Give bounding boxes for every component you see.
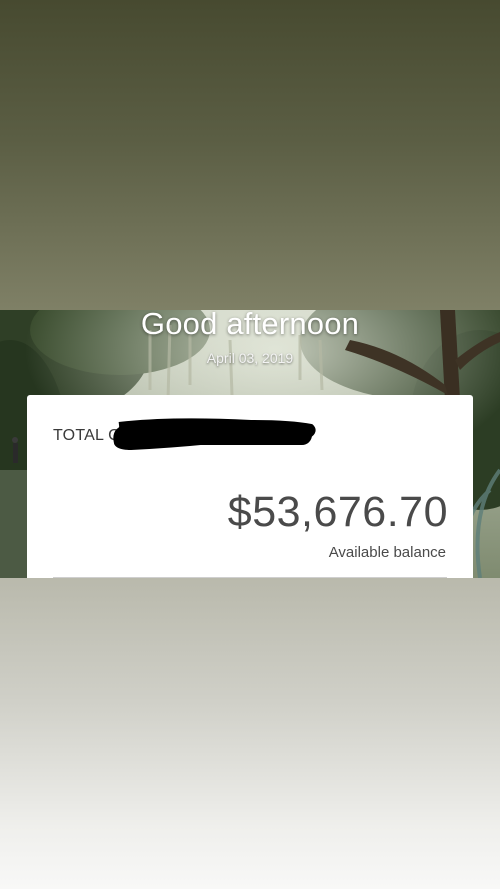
available-balance-label: Available balance — [328, 544, 446, 561]
top-background-band — [0, 0, 500, 310]
app-screenshot: Good afternoon April 03, 2019 TOTAL C $5… — [0, 310, 500, 578]
available-balance-amount: $53,676.70 — [227, 488, 448, 536]
screenshot-frame: Good afternoon April 03, 2019 TOTAL C $5… — [0, 0, 500, 889]
redaction-scribble — [113, 418, 316, 450]
account-summary-card[interactable]: TOTAL C $53,676.70 Available balance — [27, 395, 473, 578]
greeting-heading: Good afternoon — [140, 310, 360, 341]
account-title: TOTAL C — [53, 427, 120, 444]
bottom-background-band — [0, 578, 500, 889]
current-date: April 03, 2019 — [206, 350, 294, 366]
